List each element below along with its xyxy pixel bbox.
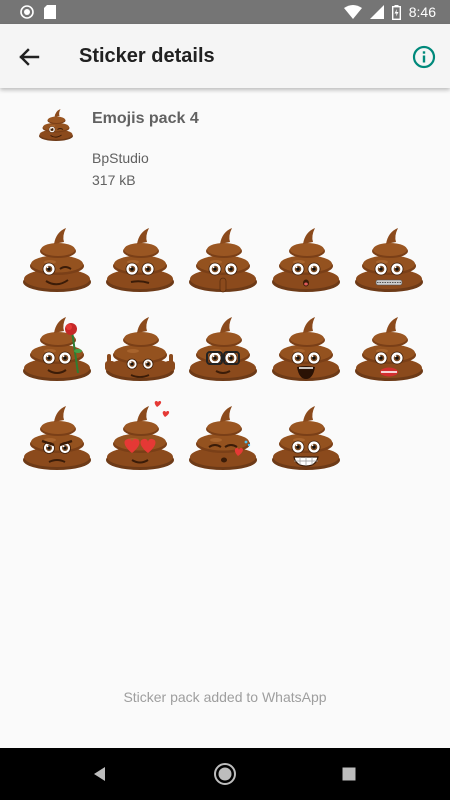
home-circle-icon bbox=[214, 763, 236, 785]
sticker-surprised-image bbox=[272, 228, 340, 292]
sticker-grin-image bbox=[272, 406, 340, 470]
app-bar: Sticker details bbox=[0, 24, 450, 88]
sticker-neutral[interactable] bbox=[103, 222, 177, 294]
pack-header: Emojis pack 4 BpStudio 317 kB bbox=[0, 88, 450, 198]
sticker-zipper-image bbox=[355, 228, 423, 292]
sticker-glasses-image bbox=[189, 317, 257, 381]
arrow-back-icon bbox=[19, 48, 40, 66]
signal-icon bbox=[369, 5, 384, 19]
sticker-heart-eyes-image bbox=[106, 401, 174, 470]
sticker-neutral-image bbox=[106, 228, 174, 292]
sticker-angry[interactable] bbox=[20, 400, 94, 472]
sticker-lips[interactable] bbox=[352, 311, 426, 383]
sticker-rose-image bbox=[23, 317, 91, 381]
sticker-glasses[interactable] bbox=[186, 311, 260, 383]
nav-back-button[interactable] bbox=[88, 762, 112, 786]
sticker-wink[interactable] bbox=[20, 222, 94, 294]
sticker-shush[interactable] bbox=[186, 222, 260, 294]
sticker-angry-image bbox=[23, 406, 91, 470]
sticker-scream[interactable] bbox=[269, 311, 343, 383]
poop-emoji-tray-icon bbox=[39, 109, 73, 141]
nav-recents-button[interactable] bbox=[337, 762, 361, 786]
sticker-thumbs-image bbox=[105, 317, 175, 381]
recents-square-icon bbox=[342, 767, 356, 781]
pack-publisher: BpStudio bbox=[92, 150, 149, 166]
sd-card-icon bbox=[44, 5, 56, 19]
status-message: Sticker pack added to WhatsApp bbox=[123, 689, 327, 705]
sticker-zipper[interactable] bbox=[352, 222, 426, 294]
nav-home-button[interactable] bbox=[213, 762, 237, 786]
sticker-wink-image bbox=[23, 228, 91, 292]
sticker-grin[interactable] bbox=[269, 400, 343, 472]
sticker-shush-image bbox=[189, 228, 257, 293]
pack-size: 317 kB bbox=[92, 172, 136, 188]
status-bar: 8:46 bbox=[0, 0, 450, 24]
info-icon bbox=[412, 45, 436, 69]
pack-name: Emojis pack 4 bbox=[92, 110, 199, 127]
status-time: 8:46 bbox=[408, 4, 436, 20]
sticker-surprised[interactable] bbox=[269, 222, 343, 294]
sticker-thumbs[interactable] bbox=[103, 311, 177, 383]
wifi-icon bbox=[343, 5, 362, 19]
navigation-bar bbox=[0, 748, 450, 800]
page-title: Sticker details bbox=[79, 45, 215, 67]
sticker-heart-eyes[interactable] bbox=[103, 400, 177, 472]
circle-icon bbox=[20, 5, 34, 19]
battery-charging-icon bbox=[391, 4, 401, 20]
sticker-scream-image bbox=[272, 317, 340, 381]
sticker-kiss-image bbox=[189, 406, 257, 470]
sticker-lips-image bbox=[355, 317, 423, 381]
sticker-rose[interactable] bbox=[20, 311, 94, 383]
sticker-kiss[interactable] bbox=[186, 400, 260, 472]
back-triangle-icon bbox=[94, 767, 105, 781]
info-button[interactable] bbox=[410, 43, 438, 71]
back-button[interactable] bbox=[14, 42, 44, 72]
